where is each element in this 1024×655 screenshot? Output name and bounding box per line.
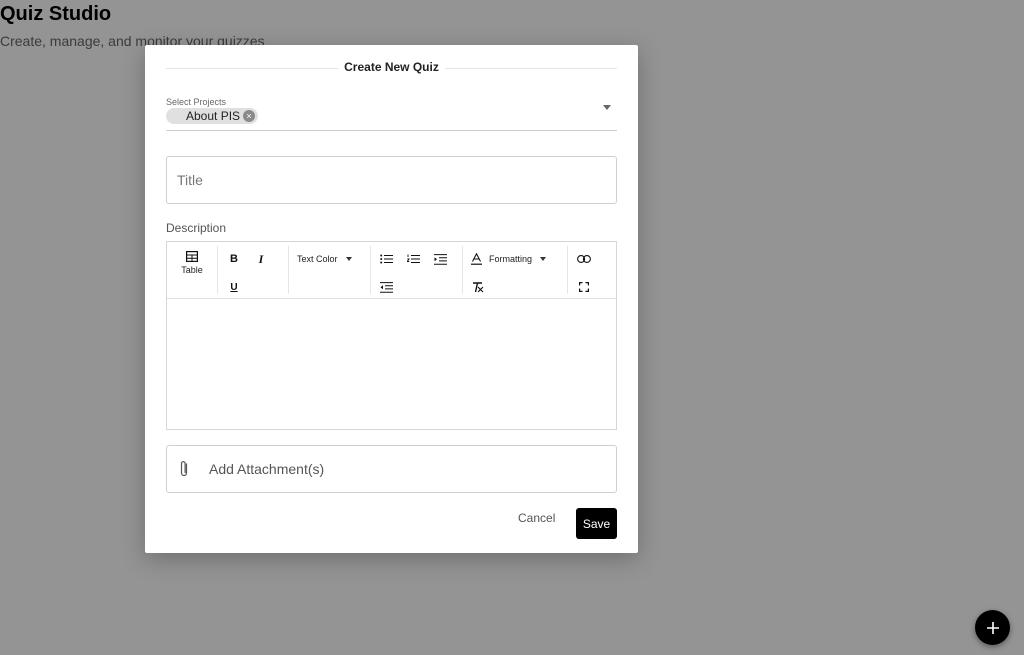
bold-button[interactable]: B <box>224 250 244 268</box>
bulleted-list-icon <box>379 254 393 264</box>
text-color-dropdown[interactable]: Text Color <box>297 250 352 268</box>
save-button[interactable]: Save <box>576 508 617 539</box>
font-color-icon <box>471 253 482 265</box>
outdent-icon <box>379 281 393 293</box>
plus-icon <box>986 621 999 634</box>
add-attachment-label: Add Attachment(s) <box>209 461 325 477</box>
add-attachment-field[interactable]: Add Attachment(s) <box>166 445 617 493</box>
indent-icon <box>433 253 447 265</box>
text-color-label: Text Color <box>297 254 338 264</box>
select-projects-label: Select Projects <box>166 97 227 107</box>
add-quiz-fab[interactable] <box>975 610 1010 645</box>
caret-down-icon <box>540 257 547 261</box>
dialog-header: Create New Quiz <box>166 59 617 77</box>
formatting-label: Formatting <box>489 254 533 264</box>
table-button[interactable]: Table <box>167 248 217 278</box>
description-editor: Table B I U Text Color Formatting <box>166 241 617 430</box>
table-icon <box>186 251 198 262</box>
chip-remove-icon[interactable]: × <box>243 110 256 122</box>
italic-icon: I <box>258 251 264 266</box>
fullscreen-icon <box>579 282 589 292</box>
create-quiz-dialog: Create New Quiz Select Projects About PI… <box>145 45 638 553</box>
project-chip: About PIS × <box>166 108 259 124</box>
outdent-button[interactable] <box>377 278 395 296</box>
fullscreen-button[interactable] <box>574 278 594 296</box>
underline-button[interactable]: U <box>224 278 244 296</box>
italic-button[interactable]: I <box>251 250 271 268</box>
bulleted-list-button[interactable] <box>377 250 395 268</box>
underline-icon: U <box>230 281 238 293</box>
project-chip-label: About PIS <box>186 109 241 123</box>
indent-button[interactable] <box>431 250 449 268</box>
cancel-button[interactable]: Cancel <box>518 511 555 525</box>
link-icon <box>577 255 591 263</box>
formatting-dropdown[interactable]: Formatting <box>471 250 547 268</box>
numbered-list-icon <box>406 254 420 264</box>
link-button[interactable] <box>574 250 594 268</box>
description-editor-content[interactable] <box>167 299 616 429</box>
dialog-title: Create New Quiz <box>338 60 445 74</box>
clear-formatting-button[interactable] <box>469 278 487 296</box>
description-label: Description <box>166 221 227 235</box>
caret-down-icon <box>345 257 352 261</box>
caret-down-icon[interactable] <box>603 105 611 110</box>
clear-formatting-icon <box>473 281 484 292</box>
select-projects-field[interactable]: Select Projects About PIS × <box>166 95 617 131</box>
title-input[interactable] <box>166 156 617 204</box>
table-button-label: Table <box>181 265 203 275</box>
paperclip-icon <box>179 459 195 479</box>
editor-toolbar: Table B I U Text Color Formatting <box>167 242 616 299</box>
bold-icon: B <box>230 253 238 265</box>
numbered-list-button[interactable] <box>404 250 422 268</box>
